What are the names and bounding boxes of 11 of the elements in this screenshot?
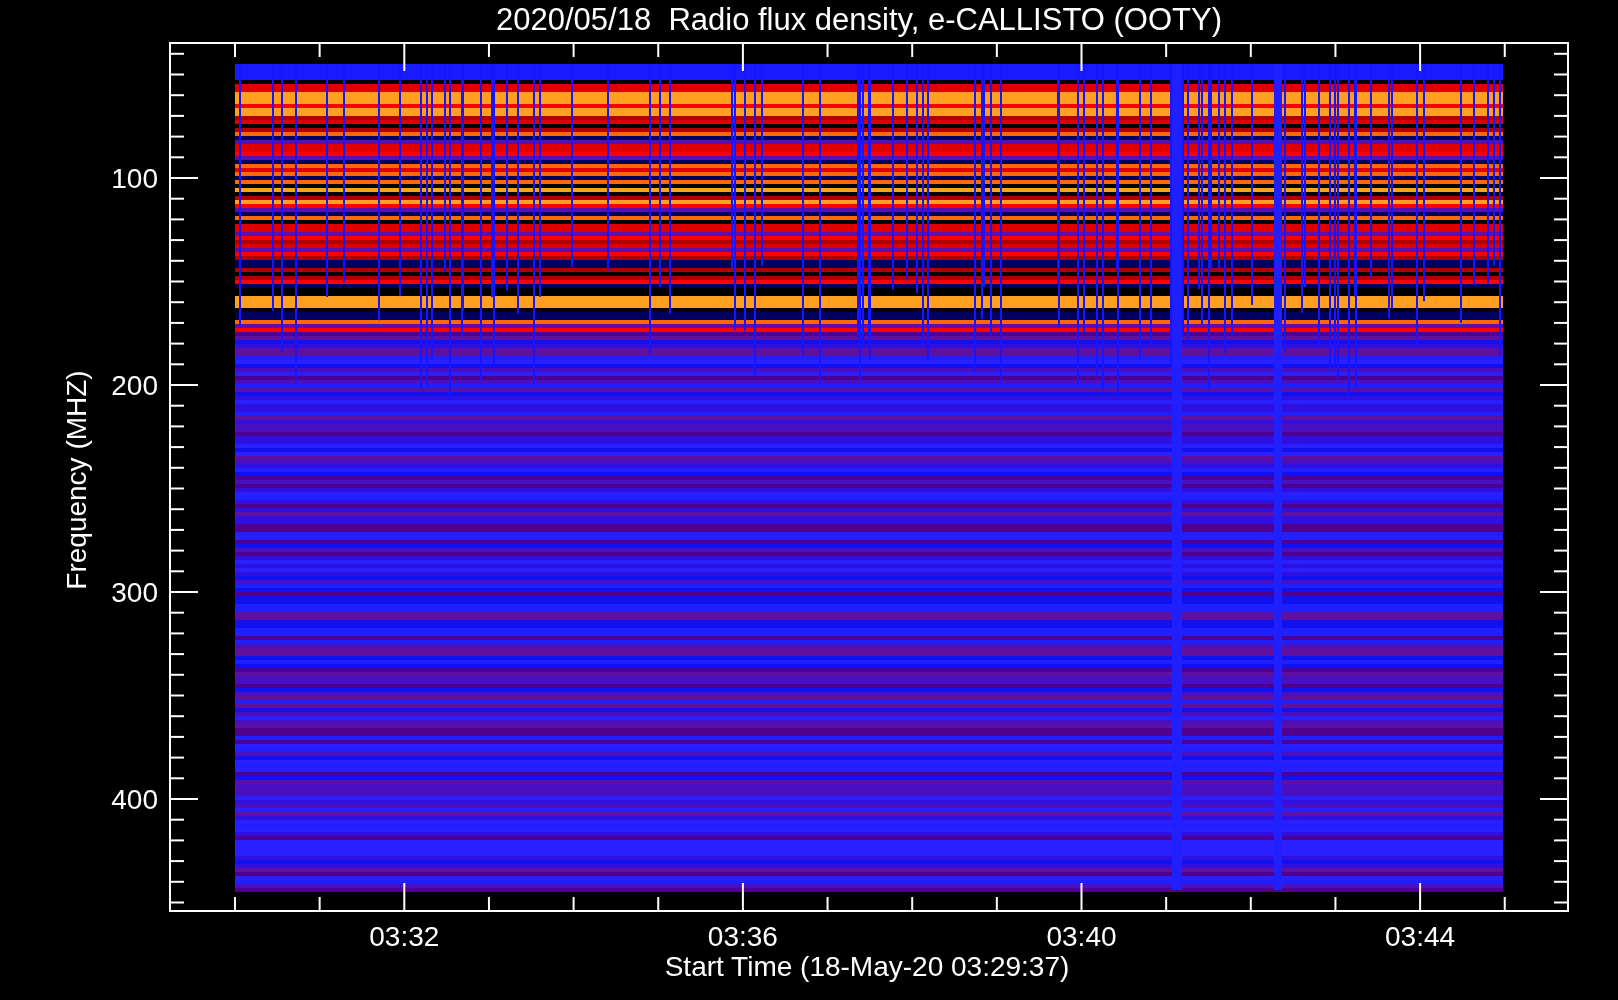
x-tick-label: 03:32 xyxy=(369,921,440,952)
x-tick-label: 03:36 xyxy=(707,921,778,952)
y-tick-label: 100 xyxy=(111,163,158,194)
y-tick-label: 200 xyxy=(111,370,158,401)
y-tick-label: 300 xyxy=(111,577,158,608)
x-tick-label: 03:44 xyxy=(1385,921,1456,952)
y-tick-label: 400 xyxy=(111,784,158,815)
x-axis-title: Start Time (18-May-20 03:29:37) xyxy=(664,951,1070,982)
plot-title: 2020/05/18 Radio flux density, e-CALLISTO (OOTY) xyxy=(495,1,1222,39)
y-axis-title: Frequency (MHZ) xyxy=(61,370,92,590)
x-tick-label: 03:40 xyxy=(1046,921,1117,952)
